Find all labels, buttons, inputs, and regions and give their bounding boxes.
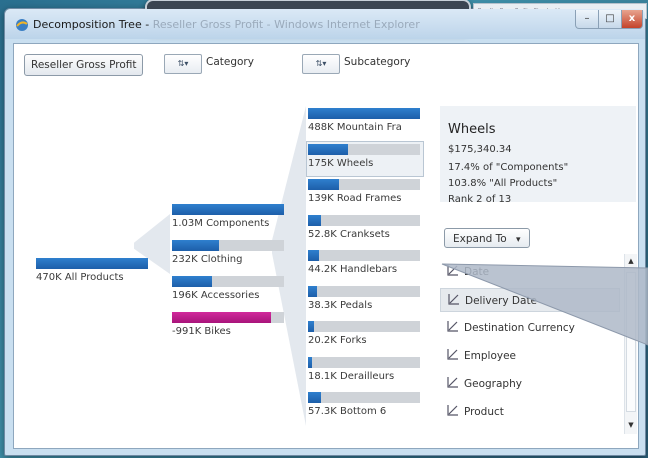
- node-bar-track: [172, 204, 284, 215]
- node-bar-fill: [308, 392, 321, 403]
- node-bar-track: [308, 285, 420, 297]
- node-label: 1.03M Components: [172, 218, 270, 229]
- scroll-down-arrow[interactable]: ▼: [626, 420, 636, 430]
- node-bar-track: [172, 312, 284, 323]
- expand-item-label: Employee: [464, 350, 517, 362]
- expand-item-label: Destination Currency: [464, 322, 575, 334]
- node-label: 18.1K Derailleurs: [308, 370, 395, 382]
- node-bar-fill: [308, 108, 420, 119]
- info-pct-parent: 17.4% of "Components": [448, 162, 569, 173]
- node-label: 175K Wheels: [308, 157, 374, 169]
- category-level-label: Category: [206, 56, 254, 68]
- expand-item[interactable]: Employee: [440, 344, 620, 368]
- node-bar-track: [308, 356, 420, 368]
- window-title: Decomposition Tree - Reseller Gross Prof…: [33, 18, 420, 31]
- info-pct-root: 103.8% "All Products": [448, 178, 558, 189]
- subcategory-level-label: Subcategory: [344, 56, 411, 68]
- expand-to-label: Expand To: [453, 233, 507, 245]
- info-panel: Wheels $175,340.34 17.4% of "Components"…: [440, 106, 636, 205]
- node-bar-track: [172, 276, 284, 287]
- expand-item[interactable]: Geography: [440, 372, 620, 396]
- info-value: $175,340.34: [448, 144, 512, 155]
- node-label: 139K Road Frames: [308, 193, 402, 204]
- info-rank: Rank 2 of 13: [448, 194, 512, 205]
- window-title-tail: Reseller Gross Profit - Windows Internet…: [152, 18, 420, 31]
- scroll-up-arrow[interactable]: ▲: [626, 256, 636, 266]
- scroll-thumb[interactable]: [626, 272, 636, 412]
- node-bar-track: [308, 143, 420, 155]
- expand-item[interactable]: Product: [440, 400, 620, 424]
- window-title-main: Decomposition Tree -: [33, 18, 153, 31]
- browser-window: Reseller Gross Profit ▾ Standard Icon De…: [4, 0, 647, 456]
- dimension-icon: [447, 405, 458, 416]
- node-label: 44.2K Handlebars: [308, 264, 398, 275]
- node-label: 232K Clothing: [172, 254, 243, 265]
- dimension-icon: [447, 321, 458, 332]
- root-measure-button[interactable]: Reseller Gross Profit: [24, 54, 144, 76]
- node-bar-fill: [308, 250, 319, 261]
- expand-item-label: Delivery Date: [465, 295, 538, 307]
- node-bar-fill: [172, 312, 271, 323]
- info-title: Wheels: [448, 122, 496, 137]
- expand-item[interactable]: Date: [440, 260, 620, 284]
- node-label: 470K All Products: [36, 272, 124, 283]
- chevron-down-icon: ▾: [516, 235, 521, 245]
- expand-item-label: Geography: [464, 378, 522, 390]
- node-bar-fill: [308, 356, 312, 368]
- close-button[interactable]: x: [621, 10, 643, 29]
- maximize-button[interactable]: □: [598, 10, 622, 29]
- node-bar-fill: [308, 179, 339, 190]
- node-bar-fill: [308, 321, 314, 332]
- category-sort-button[interactable]: ⇅▾: [164, 54, 202, 74]
- node-bar-fill: [308, 143, 348, 155]
- node-label: 52.8K Cranksets: [308, 228, 390, 240]
- node-bar-fill: [308, 214, 321, 226]
- node-bar-fill: [308, 285, 317, 297]
- dimension-icon: [447, 349, 458, 360]
- node-bar-fill: [36, 258, 148, 269]
- minimize-button[interactable]: –: [575, 10, 599, 29]
- tree-toolbar: Reseller Gross Profit ⇅▾ Category ⇅▾ Sub…: [14, 44, 638, 84]
- title-bar[interactable]: Decomposition Tree - Reseller Gross Prof…: [5, 9, 645, 39]
- node-label: 38.3K Pedals: [308, 299, 373, 311]
- expand-dimension-list: Date Delivery Date Destination Currency Emp…: [440, 254, 620, 424]
- expand-to-button[interactable]: Expand To ▾: [444, 228, 530, 248]
- node-label: 196K Accessories: [172, 290, 260, 301]
- node-bar-fill: [172, 276, 212, 287]
- node-bar-fill: [172, 240, 219, 251]
- node-bar-fill: [172, 204, 284, 215]
- dimension-icon: [447, 265, 458, 276]
- node-label: 57.3K Bottom 6: [308, 406, 387, 417]
- node-bar-track: [308, 250, 420, 261]
- dimension-icon: [448, 294, 459, 305]
- node-bar-track: [36, 258, 148, 269]
- app-icon: [16, 19, 28, 31]
- node-label: -991K Bikes: [172, 326, 231, 337]
- node-bar-track: [308, 392, 420, 403]
- subcategory-sort-button[interactable]: ⇅▾: [302, 54, 340, 74]
- decomposition-tree-content: Reseller Gross Profit ⇅▾ Category ⇅▾ Sub…: [13, 43, 639, 449]
- node-bar-track: [308, 214, 420, 226]
- node-bar-track: [308, 108, 420, 119]
- node-bar-track: [308, 321, 420, 332]
- expand-item-label: Product: [464, 406, 504, 418]
- node-label: 20.2K Forks: [308, 335, 367, 346]
- expand-item-label: Date: [464, 266, 490, 278]
- expand-item[interactable]: Delivery Date: [440, 288, 620, 312]
- node-label: 488K Mountain Fra: [308, 122, 402, 133]
- node-bar-track: [172, 240, 284, 251]
- dimension-icon: [447, 377, 458, 388]
- expand-list-scrollbar[interactable]: ▲ ▼: [624, 254, 637, 434]
- expand-item[interactable]: Destination Currency: [440, 316, 620, 340]
- node-bar-track: [308, 179, 420, 190]
